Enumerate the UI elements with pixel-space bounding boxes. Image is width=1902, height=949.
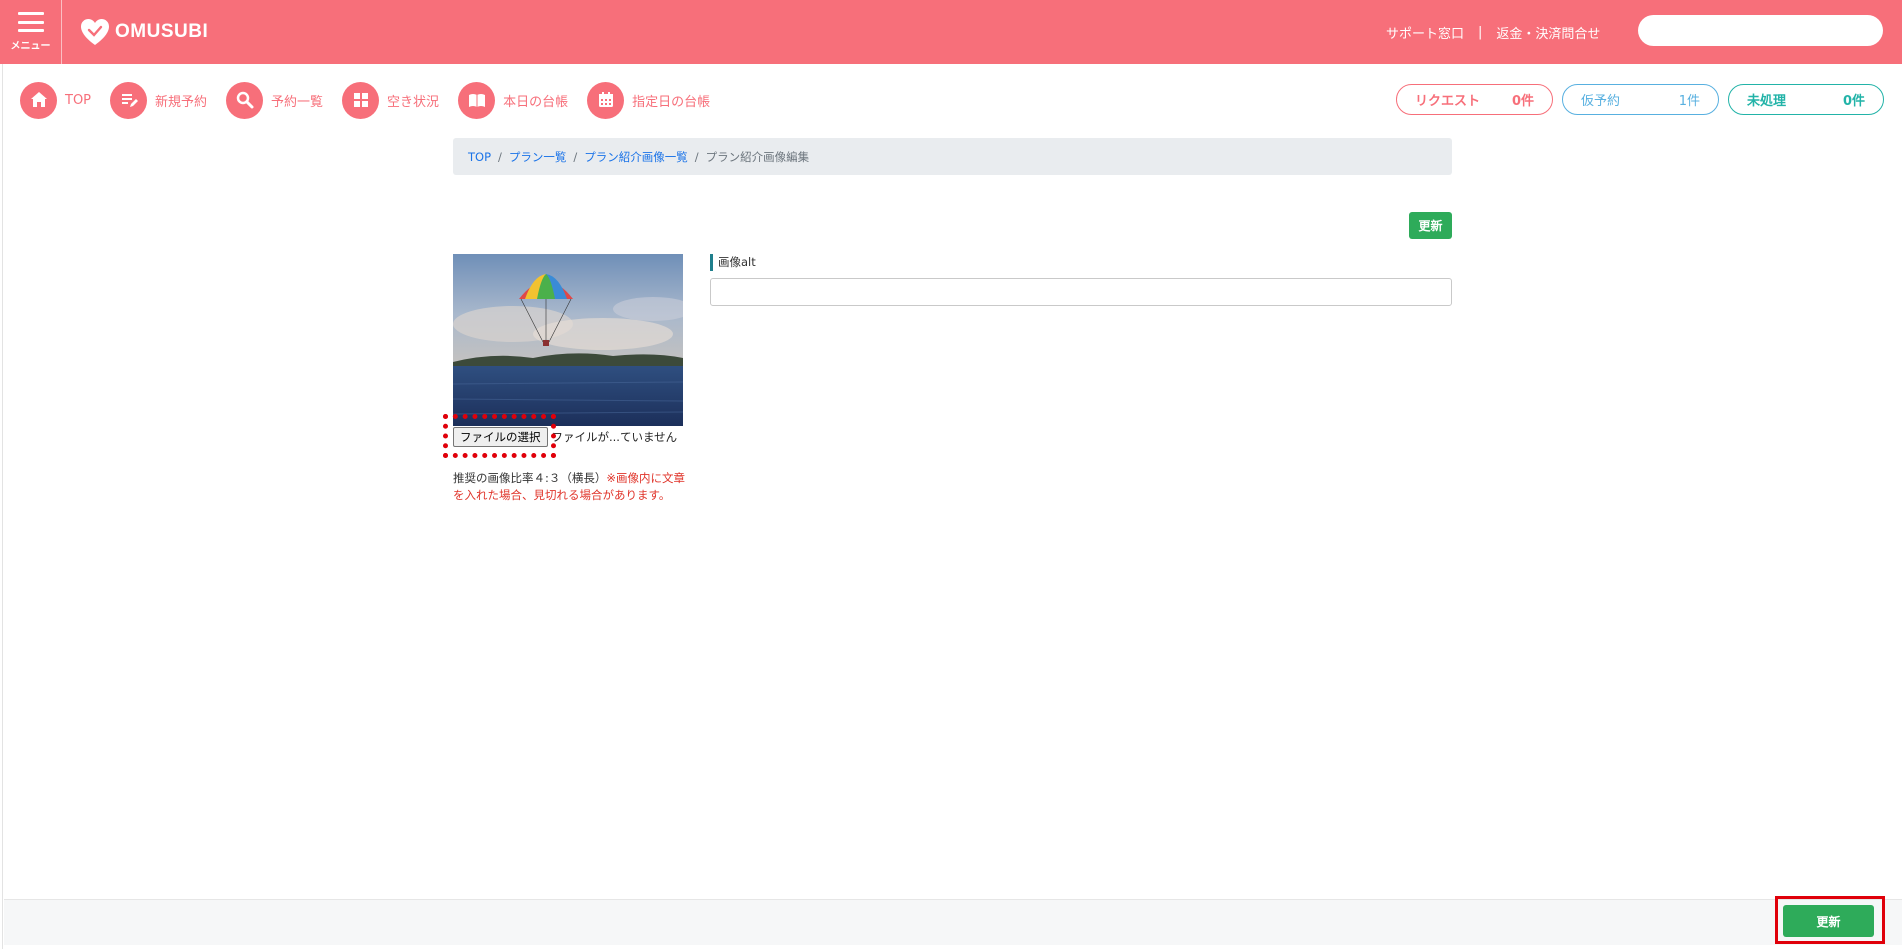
breadcrumb-plan-image-list[interactable]: プラン紹介画像一覧 [584, 149, 688, 165]
image-alt-label: 画像alt [710, 254, 756, 271]
nav-label: TOP [65, 92, 92, 108]
breadcrumb-separator: / [573, 149, 578, 164]
new-reservation-icon [110, 81, 148, 119]
breadcrumb-separator: / [498, 149, 502, 164]
left-border [2, 64, 3, 949]
counter-label: 仮予約 [1581, 94, 1621, 109]
breadcrumb: TOP / プラン一覧 / プラン紹介画像一覧 / プラン紹介画像編集 [453, 138, 1452, 175]
support-link[interactable]: サポート窓口 [1386, 23, 1464, 42]
breadcrumb-separator: / [694, 149, 699, 164]
calendar-icon [587, 81, 625, 119]
grid-icon [342, 81, 380, 119]
nav-item-new-reservation[interactable]: 新規予約 [110, 81, 208, 119]
nav-item-availability[interactable]: 空き状況 [342, 81, 440, 119]
nav-label: 新規予約 [155, 94, 208, 110]
nav-label: 指定日の台帳 [632, 94, 711, 110]
nav-label: 本日の台帳 [503, 94, 569, 110]
breadcrumb-plan-list[interactable]: プラン一覧 [509, 149, 567, 165]
parasail-photo [453, 254, 683, 426]
menu-button[interactable]: メニュー [0, 0, 62, 64]
ratio-note-text: 推奨の画像比率４:３（横長） [453, 471, 607, 485]
link-separator: | [1478, 24, 1483, 40]
nav-item-date-ledger[interactable]: 指定日の台帳 [587, 81, 711, 119]
footer-bar [4, 899, 1902, 945]
counter-count: 0件 [1511, 94, 1534, 109]
breadcrumb-current: プラン紹介画像編集 [705, 149, 810, 164]
status-counters: リクエスト 0件 仮予約 1件 未処理 0件 [1396, 84, 1884, 115]
update-button-top[interactable]: 更新 [1409, 212, 1452, 239]
nav-item-reservation-list[interactable]: 予約一覧 [226, 81, 324, 119]
book-icon [458, 81, 496, 119]
nav-item-today-ledger[interactable]: 本日の台帳 [458, 81, 569, 119]
header-links: サポート窓口 | 返金・決済問合せ [1386, 0, 1600, 64]
image-ratio-note: 推奨の画像比率４:３（横長）※画像内に文章を入れた場合、見切れる場合があります。 [453, 470, 687, 504]
counter-label: 未処理 [1747, 94, 1787, 109]
search-icon [226, 81, 264, 119]
refund-link[interactable]: 返金・決済問合せ [1496, 23, 1600, 42]
hamburger-icon [17, 12, 44, 32]
file-button-highlight [443, 414, 556, 458]
nav-label: 予約一覧 [271, 94, 324, 110]
main-nav: TOP 新規予約 予約一覧 空き状況 本日の台帳 指定日の台帳 [20, 80, 729, 120]
counter-count: 1件 [1678, 94, 1700, 109]
update-button-highlight [1775, 896, 1885, 944]
counter-label: リクエスト [1415, 94, 1481, 109]
unprocessed-counter[interactable]: 未処理 0件 [1728, 84, 1884, 115]
header-search-input[interactable] [1638, 15, 1883, 46]
breadcrumb-top[interactable]: TOP [468, 150, 491, 164]
home-icon [20, 81, 57, 119]
logo[interactable]: OMUSUBI [80, 18, 208, 46]
request-counter[interactable]: リクエスト 0件 [1396, 84, 1553, 115]
counter-count: 0件 [1842, 94, 1865, 109]
top-header: メニュー OMUSUBI サポート窓口 | 返金・決済問合せ [0, 0, 1902, 64]
logo-text: OMUSUBI [115, 21, 209, 42]
nav-item-top[interactable]: TOP [20, 81, 92, 119]
plan-image-preview [453, 254, 683, 426]
menu-label: メニュー [10, 41, 51, 52]
file-status-text: ファイルが...ていません [551, 430, 678, 444]
nav-label: 空き状況 [387, 94, 440, 110]
heart-logo-icon [81, 19, 109, 45]
temporary-reservation-counter[interactable]: 仮予約 1件 [1562, 84, 1719, 115]
image-alt-input[interactable] [710, 278, 1452, 306]
